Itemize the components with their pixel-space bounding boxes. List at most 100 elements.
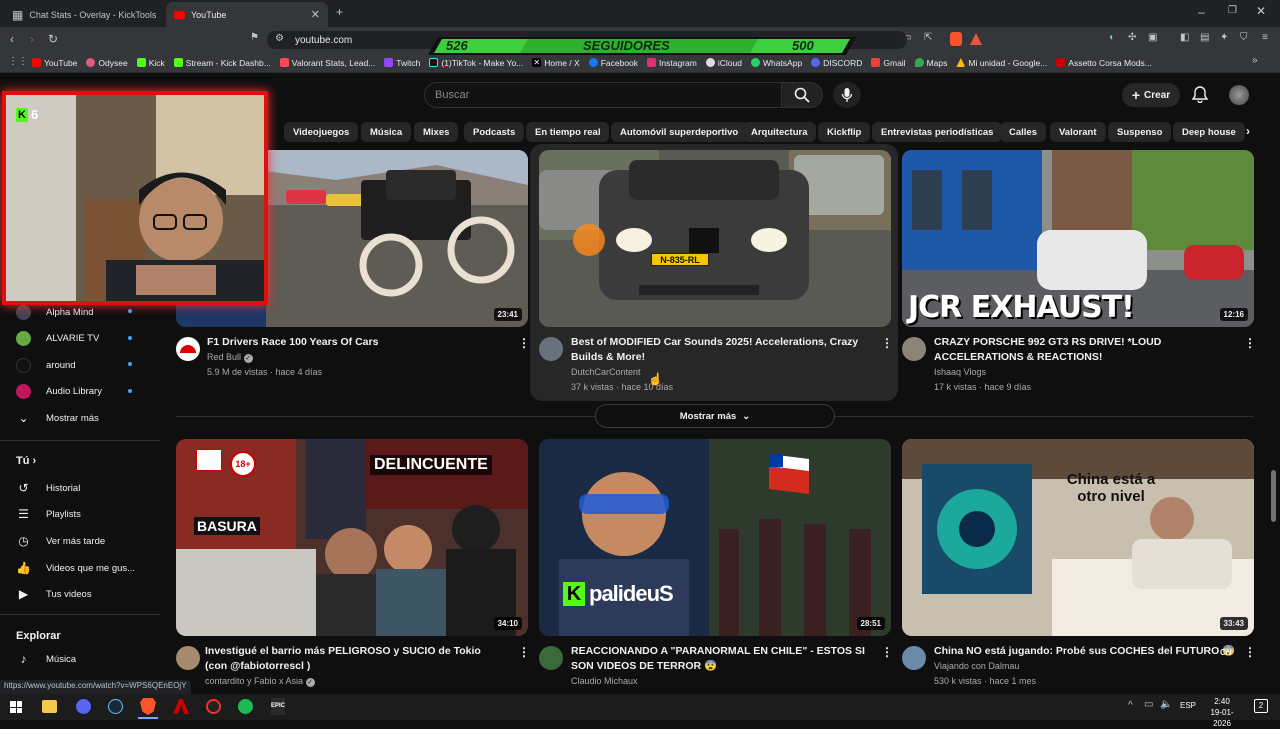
more-actions-icon[interactable]: ⋮: [1244, 336, 1256, 350]
sidebar-item-historial[interactable]: ↺ Historial: [16, 478, 80, 498]
clock[interactable]: 2:40 19-01-2026: [1202, 696, 1242, 729]
keyboard-language[interactable]: ESP: [1180, 701, 1196, 710]
sidebar-item-your-videos[interactable]: ▶ Tus videos: [16, 584, 92, 604]
video-title[interactable]: F1 Drivers Race 100 Years Of Cars: [207, 335, 502, 350]
bookmark-tiktok[interactable]: (1)TikTok - Make Yo...: [429, 58, 523, 68]
video-title[interactable]: China NO está jugando: Probé sus COCHES …: [934, 644, 1235, 659]
video-thumbnail[interactable]: K palideuS 28:51: [539, 439, 891, 636]
sidebar-item-music[interactable]: ♪ Música: [16, 649, 77, 669]
sidebar-you-heading[interactable]: Tú ›: [16, 455, 36, 467]
discord-icon[interactable]: [76, 699, 91, 714]
windows-start-icon[interactable]: [10, 701, 22, 713]
brave-browser-icon[interactable]: [140, 698, 156, 715]
bookmark-icloud[interactable]: iCloud: [705, 58, 742, 68]
epic-games-icon[interactable]: EPIC: [271, 698, 285, 715]
page-scrollbar[interactable]: [1271, 470, 1276, 522]
bookmark-twitch[interactable]: Twitch: [384, 58, 420, 68]
channel-name[interactable]: DutchCarContent: [571, 365, 641, 380]
bookmark-drive[interactable]: Mi unidad - Google...: [956, 58, 1047, 68]
channel-name[interactable]: Ishaaq Vlogs: [934, 365, 986, 380]
wallet-icon[interactable]: ▤: [1200, 33, 1209, 43]
show-more-button[interactable]: Mostrar más ⌄: [595, 404, 835, 428]
more-actions-icon[interactable]: ⋮: [881, 336, 893, 350]
more-actions-icon[interactable]: ⋮: [1244, 645, 1256, 659]
notifications-icon[interactable]: [1191, 86, 1209, 108]
menu-icon[interactable]: ≡: [1262, 33, 1268, 43]
video-thumbnail[interactable]: 18+ DELINCUENTE BASURA 34:10: [176, 439, 528, 636]
more-actions-icon[interactable]: ⋮: [518, 645, 530, 659]
share-icon[interactable]: ⇱: [924, 33, 932, 43]
extension-icon[interactable]: ◖: [1108, 33, 1114, 43]
chip-suspenso[interactable]: Suspenso: [1108, 122, 1172, 142]
tab-youtube[interactable]: YouTube ✕: [166, 2, 328, 27]
sidebar-show-more[interactable]: ⌄ Mostrar más: [16, 408, 98, 428]
channel-avatar[interactable]: [539, 646, 563, 670]
user-avatar[interactable]: [1229, 85, 1249, 105]
chip-arquitectura[interactable]: Arquitectura: [742, 122, 817, 142]
bookmark-youtube[interactable]: YouTube: [32, 58, 77, 68]
bookmark-instagram[interactable]: Instagram: [647, 58, 697, 68]
search-button[interactable]: [781, 82, 823, 108]
brave-rewards-icon[interactable]: [970, 33, 982, 45]
bookmark-kick[interactable]: Kick: [136, 58, 165, 68]
reload-icon[interactable]: ↻: [48, 33, 58, 45]
sidebar-sub-audio-library[interactable]: Audio Library: [16, 381, 102, 401]
channel-name[interactable]: contardito y Fabio x Asia ✓: [205, 674, 315, 689]
brave-shield-icon[interactable]: [950, 32, 962, 46]
puzzle-icon[interactable]: ✣: [1128, 33, 1136, 43]
video-thumbnail[interactable]: JCR EXHAUST! 12:16: [902, 150, 1254, 327]
bookmark-valorant[interactable]: Valorant Stats, Lead...: [279, 58, 375, 68]
bookmark-x[interactable]: ✕ Home / X: [532, 58, 580, 68]
panel-icon[interactable]: ◧: [1180, 33, 1189, 43]
sidebar-item-playlists[interactable]: ☰ Playlists: [16, 504, 81, 524]
file-explorer-icon[interactable]: [42, 700, 57, 713]
chip-calles[interactable]: Calles: [1000, 122, 1046, 142]
more-actions-icon[interactable]: ⋮: [518, 336, 530, 350]
video-title[interactable]: CRAZY PORSCHE 992 GT3 RS DRIVE! *LOUD AC…: [934, 335, 1234, 365]
chip-deep-house[interactable]: Deep house: [1173, 122, 1245, 142]
new-tab-icon[interactable]: +: [336, 6, 343, 18]
chip-entrevistas[interactable]: Entrevistas periodísticas: [872, 122, 1003, 142]
site-info-icon[interactable]: ⚙: [275, 34, 284, 44]
channel-avatar[interactable]: [539, 337, 563, 361]
more-bookmarks-icon[interactable]: »: [1252, 56, 1258, 66]
steam-icon[interactable]: [108, 699, 123, 714]
sidebar-sub-alpha-mind[interactable]: Alpha Mind: [16, 302, 94, 322]
tab-chat-stats[interactable]: ▦ Chat Stats - Overlay - KickTools: [4, 2, 164, 27]
volume-icon[interactable]: 🔈: [1160, 700, 1172, 710]
back-icon[interactable]: ‹: [10, 33, 14, 45]
minimize-icon[interactable]: –: [1198, 6, 1205, 18]
video-thumbnail[interactable]: China está a otro nivel 33:43: [902, 439, 1254, 636]
chip-en-tiempo-real[interactable]: En tiempo real: [526, 122, 610, 142]
close-tab-icon[interactable]: ✕: [311, 8, 320, 21]
bookmark-discord[interactable]: DISCORD: [811, 58, 862, 68]
window-close-icon[interactable]: ✕: [1256, 5, 1266, 17]
obs-icon[interactable]: [206, 699, 221, 714]
bookmark-odysee[interactable]: Odysee: [86, 58, 128, 68]
video-title[interactable]: Investigué el barrio más PELIGROSO y SUC…: [205, 644, 505, 674]
vpn-icon[interactable]: ⛉: [1240, 33, 1248, 43]
video-title[interactable]: Best of MODIFIED Car Sounds 2025! Accele…: [571, 335, 861, 365]
more-actions-icon[interactable]: ⋮: [881, 645, 893, 659]
notification-center-icon[interactable]: 2: [1254, 699, 1268, 713]
channel-name[interactable]: Viajando con Dalmau: [934, 659, 1019, 674]
chip-mixes[interactable]: Mixes: [414, 122, 459, 142]
video-thumbnail[interactable]: N-835-RL: [539, 150, 891, 327]
restore-icon[interactable]: ❐: [1228, 6, 1237, 16]
chip-valorant[interactable]: Valorant: [1050, 122, 1106, 142]
bookmark-kick-dashboard[interactable]: Stream - Kick Dashb...: [173, 58, 271, 68]
create-button[interactable]: + Crear: [1122, 83, 1180, 107]
assetto-corsa-icon[interactable]: [173, 699, 189, 714]
tray-overflow-icon[interactable]: ^: [1128, 701, 1133, 711]
channel-avatar[interactable]: [176, 646, 200, 670]
channel-name[interactable]: Claudio Michaux: [571, 674, 638, 689]
sidebar-icon[interactable]: ▣: [1148, 33, 1157, 43]
chip-musica[interactable]: Música: [361, 122, 412, 142]
sidebar-item-liked-videos[interactable]: 👍 Videos que me gus...: [16, 558, 135, 578]
bookmark-assetto[interactable]: Assetto Corsa Mods...: [1056, 58, 1152, 68]
bookmark-facebook[interactable]: Facebook: [588, 58, 638, 68]
search-input[interactable]: Buscar: [424, 82, 782, 108]
chip-videojuegos[interactable]: Videojuegos: [284, 122, 359, 142]
bookmark-gmail[interactable]: Gmail: [871, 58, 906, 68]
leo-icon[interactable]: ✦: [1220, 33, 1228, 43]
